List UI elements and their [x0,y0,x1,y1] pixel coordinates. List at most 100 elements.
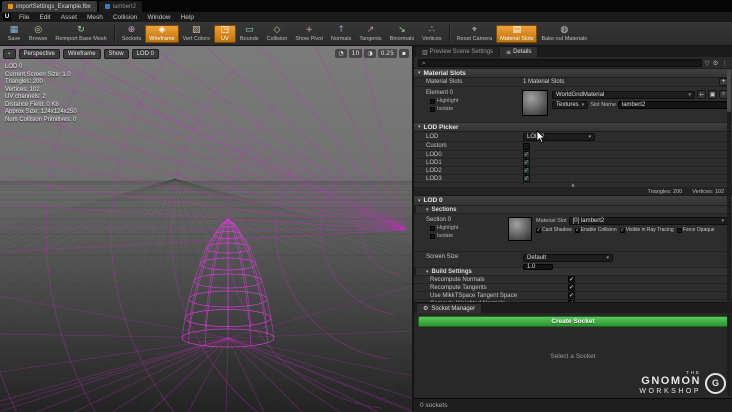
uv-button[interactable]: ◳ UV [213,24,236,43]
material-slots-button[interactable]: ▤ Material Slots [496,24,538,43]
isolate-checkbox[interactable] [430,106,435,112]
socket-manager-tabbar: ⚙ Socket Manager [414,303,732,313]
lod-select[interactable]: LOD 0 ▾ [523,132,595,141]
details-scrollbar[interactable] [727,70,731,396]
show-menu-button[interactable]: Show [103,49,129,59]
camera-settings-bar: ◔ 10 ◑ 0.25 ▪ [335,49,409,58]
gear-icon[interactable]: ⚙ [713,59,719,67]
use-selected-asset-icon[interactable]: ← [697,90,706,99]
viewport[interactable]: ▾ Perspective Wireframe Show LOD 0 ◔ 10 … [0,46,412,412]
section-header-material-slots[interactable]: ▾ Material Slots [414,69,732,78]
browse-to-asset-icon[interactable]: ▣ [708,90,717,99]
build-row: Recompute Normals [414,276,732,284]
gnomon-logo-icon: G [705,372,726,394]
menu-help[interactable]: Help [176,14,199,21]
cast-shadow-checkbox[interactable] [536,227,541,233]
build-row: Use MikkTSpace Tangent Space [414,292,732,300]
bake-out-materials-button[interactable]: ◍ Bake out Materials [537,25,591,43]
custom-checkbox[interactable] [523,142,530,150]
camera-speed-icon[interactable]: ◔ [335,49,347,58]
vert-colors-button[interactable]: ▨ Vert Colors [179,25,214,43]
menu-edit[interactable]: Edit [34,14,55,21]
tab-socket-manager[interactable]: ⚙ Socket Manager [417,304,482,313]
stat-line: Distance Field: 0 Kb [5,101,59,108]
exposure-icon[interactable]: ◑ [364,49,376,58]
secondary-tab[interactable]: lambert2 [98,1,143,12]
reimport-icon: ↻ [77,24,85,35]
toolbar-separator [113,24,115,43]
stat-line: Triangles: 200 [5,79,43,85]
secondary-tab-label: lambert2 [112,3,137,10]
enable-collision-checkbox[interactable] [574,227,580,233]
lod0-checkbox[interactable] [523,151,530,158]
menu-collision[interactable]: Collision [108,14,143,21]
perspective-button[interactable]: Perspective [18,49,60,59]
wireframe-button[interactable]: ◈ Wireframe [145,24,179,43]
menu-asset[interactable]: Asset [56,14,82,21]
sockets-button[interactable]: ⊕ Sockets [118,25,146,43]
screen-size-row: Screen Size Default ▾ 1.0 [414,252,732,270]
section-header-lod0[interactable]: ▾ LOD 0 [414,196,732,206]
reset-camera-button[interactable]: ⌖ Reset Camera [453,25,496,43]
asset-tab[interactable]: importSettings_Example.fbx [2,1,97,12]
browse-button[interactable]: ◎ Browse [25,25,51,43]
menu-mesh[interactable]: Mesh [82,14,108,21]
chevron-down-icon: ▾ [588,133,591,140]
vertices-icon: ∴ [429,24,435,35]
section-highlight-checkbox[interactable] [430,225,435,231]
mikktspace-checkbox[interactable] [568,292,575,299]
lod3-checkbox[interactable] [523,175,530,182]
material-thumbnail[interactable] [522,90,548,116]
section-material-slot-select[interactable]: [0] lambert2 ▾ [568,217,728,225]
lod2-checkbox[interactable] [523,167,530,174]
scrollbar-thumb[interactable] [727,70,731,112]
tangents-button[interactable]: ↗ Tangents [355,25,385,43]
highlight-checkbox[interactable] [430,98,435,104]
slot-name-input[interactable]: lambert2 [617,101,728,109]
view-mode-button[interactable]: Wireframe [62,49,101,59]
lod-menu-button[interactable]: LOD 0 [131,49,159,59]
exposure-value[interactable]: 0.25 [377,49,397,58]
force-opaque-checkbox[interactable] [676,227,682,233]
section-isolate-checkbox[interactable] [430,233,435,239]
show-pivot-button[interactable]: + Show Pivot [291,25,327,43]
camera-speed-value[interactable]: 10 [348,49,363,58]
binormals-button[interactable]: ↘ Binormals [386,25,418,43]
lod1-checkbox[interactable] [523,159,530,166]
normals-button[interactable]: ↑ Normals [327,25,355,43]
subsection-sections[interactable]: ▾ Sections [414,206,732,214]
vertices-button[interactable]: ∴ Vertices [418,25,446,43]
bounds-button[interactable]: ▭ Bounds [236,25,263,43]
more-options-icon[interactable]: ⋮ [722,59,729,67]
textures-dropdown[interactable]: Textures ▾ [552,101,589,109]
material-select[interactable]: WorldGridMaterial ▾ [552,90,695,99]
lock-icon[interactable]: ▪ [398,49,409,58]
create-socket-button[interactable]: Create Socket [418,316,728,327]
menu-window[interactable]: Window [142,14,175,21]
screen-size-value-input[interactable]: 1.0 [523,264,553,270]
tab-details-label: Details [513,49,532,55]
search-input[interactable]: ⌕ [418,58,702,67]
visible-ray-tracing-checkbox[interactable] [619,227,625,233]
lod0-row: LOD0 [414,151,732,159]
binormals-icon: ↘ [398,24,406,35]
browse-icon: ◎ [34,24,43,35]
tab-details[interactable]: ≡ Details [500,47,538,57]
recompute-normals-checkbox[interactable] [568,276,575,283]
normals-icon: ↑ [337,24,345,35]
collapse-arrow-icon: ▾ [426,268,429,275]
section-material-thumbnail[interactable] [508,217,532,241]
reset-camera-icon: ⌖ [471,24,477,35]
reimport-base-mesh-button[interactable]: ↻ Reimport Base Mesh [51,25,110,43]
viewport-menu-button[interactable]: ▾ [3,49,16,59]
collision-button[interactable]: ◇ Collision [263,25,292,43]
collapse-arrow-icon: ▾ [418,124,421,130]
save-button[interactable]: ▦ Save [3,25,25,43]
chevron-down-icon: ▾ [606,255,609,261]
tab-preview-scene-settings[interactable]: ▥ Preview Scene Settings [416,47,500,57]
recompute-tangents-checkbox[interactable] [568,284,575,291]
filter-icon[interactable]: ▽ [705,59,710,67]
menu-file[interactable]: File [14,14,34,21]
screen-size-mode-select[interactable]: Default ▾ [523,254,613,262]
section-header-lod-picker[interactable]: ▾ LOD Picker [414,123,732,132]
